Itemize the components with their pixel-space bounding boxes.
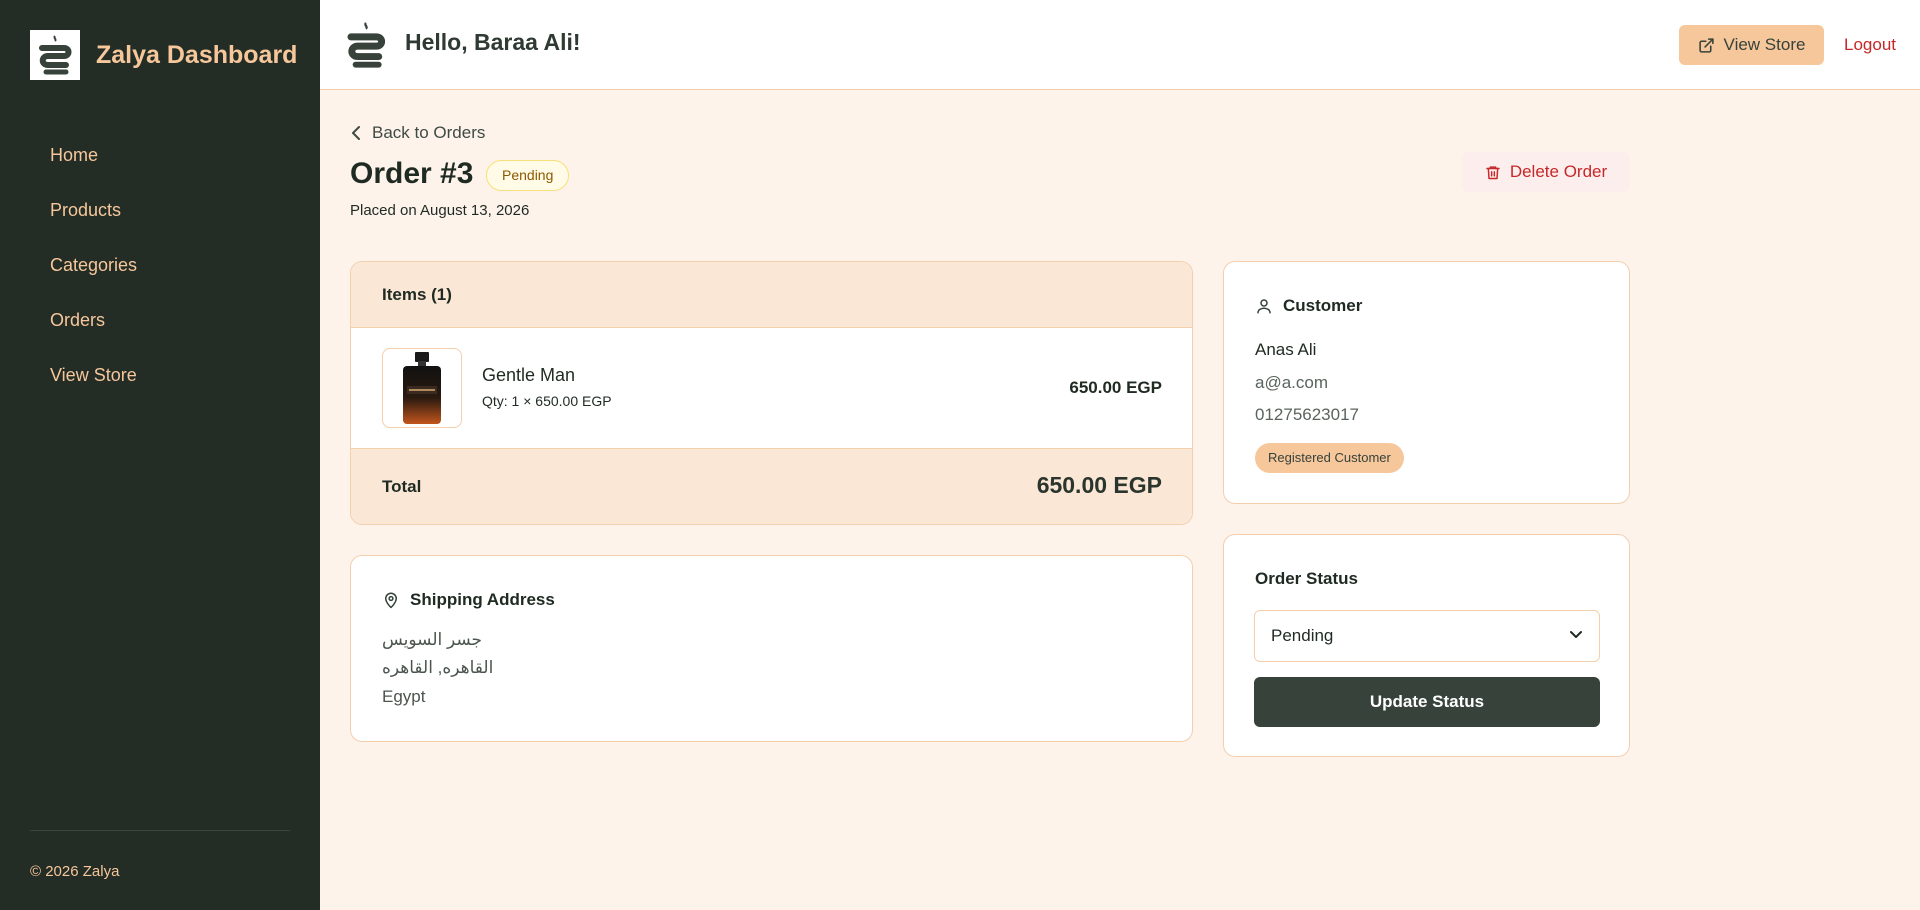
- trash-icon: [1486, 165, 1500, 179]
- order-status-selected: Pending: [1271, 626, 1334, 645]
- brand-name: Zalya Dashboard: [96, 40, 298, 69]
- zalya-logo-icon: [344, 20, 388, 70]
- customer-type-badge: Registered Customer: [1255, 443, 1404, 473]
- total-row: Total 650.00 EGP: [351, 449, 1192, 524]
- status-badge: Pending: [486, 160, 570, 191]
- zalya-logo-icon: [30, 30, 80, 80]
- delete-order-label: Delete Order: [1509, 162, 1608, 181]
- greeting: Hello, Baraa Ali!: [405, 29, 581, 55]
- sidebar-nav: Home Products Categories Orders View Sto…: [0, 128, 320, 403]
- order-items-card: Items (1) Gentle Man Qty: 1 × 650.00 EGP: [350, 261, 1193, 525]
- shipping-title: Shipping Address: [382, 590, 555, 610]
- total-value: 650.00 EGP: [1036, 472, 1162, 498]
- order-status-card: Order Status Pending Update Status: [1223, 534, 1630, 757]
- customer-name: Anas Ali: [1255, 340, 1317, 359]
- top-header: Hello, Baraa Ali! View Store Logout: [320, 0, 1920, 90]
- sidebar-item-view-store[interactable]: View Store: [0, 348, 320, 403]
- sidebar-item-orders[interactable]: Orders: [0, 293, 320, 348]
- sidebar: Zalya Dashboard Home Products Categories…: [0, 0, 320, 910]
- item-name: Gentle Man: [482, 365, 576, 385]
- perfume-bottle-icon: [403, 352, 441, 424]
- shipping-title-label: Shipping Address: [410, 590, 555, 609]
- sidebar-item-products[interactable]: Products: [0, 183, 320, 238]
- shipping-address-card: Shipping Address جسر السويس القاهره, الق…: [350, 555, 1193, 742]
- address-country: Egypt: [382, 687, 426, 706]
- customer-email: a@a.com: [1255, 373, 1329, 392]
- items-header: Items (1): [351, 262, 1192, 328]
- list-item: Gentle Man Qty: 1 × 650.00 EGP 650.00 EG…: [351, 328, 1192, 449]
- update-status-button[interactable]: Update Status: [1254, 677, 1600, 727]
- sidebar-item-home[interactable]: Home: [0, 128, 320, 183]
- view-store-button[interactable]: View Store: [1679, 25, 1824, 65]
- delete-order-button[interactable]: Delete Order: [1462, 152, 1630, 192]
- customer-card: Customer Anas Ali a@a.com 01275623017 Re…: [1223, 261, 1630, 504]
- item-price: 650.00 EGP: [1069, 378, 1162, 397]
- copyright: © 2026 Zalya: [30, 863, 120, 880]
- total-label: Total: [382, 477, 422, 496]
- back-to-orders-link[interactable]: Back to Orders: [350, 123, 485, 143]
- logout-link[interactable]: Logout: [1844, 35, 1896, 55]
- customer-phone: 01275623017: [1255, 405, 1360, 424]
- sidebar-divider: [30, 830, 290, 831]
- back-to-orders-label: Back to Orders: [372, 123, 486, 142]
- customer-title-label: Customer: [1283, 296, 1363, 315]
- address-line-1: جسر السويس: [382, 630, 483, 649]
- order-status-select[interactable]: Pending: [1254, 610, 1600, 662]
- item-quantity: Qty: 1 × 650.00 EGP: [482, 393, 612, 409]
- external-link-icon: [1698, 37, 1714, 53]
- brand[interactable]: Zalya Dashboard: [30, 30, 297, 80]
- page-title: Order #3: [350, 157, 474, 190]
- order-status-title: Order Status: [1255, 569, 1358, 588]
- order-date: Placed on August 13, 2026: [350, 202, 530, 219]
- map-pin-icon: [385, 592, 397, 609]
- view-store-label: View Store: [1723, 35, 1806, 54]
- chevron-down-icon: [1570, 631, 1582, 638]
- chevron-left-icon: [352, 126, 360, 140]
- user-icon: [1257, 299, 1271, 314]
- sidebar-item-categories[interactable]: Categories: [0, 238, 320, 293]
- address-line-2: القاهره, القاهره: [382, 658, 494, 677]
- product-thumbnail: [382, 348, 462, 428]
- customer-title: Customer: [1255, 296, 1362, 316]
